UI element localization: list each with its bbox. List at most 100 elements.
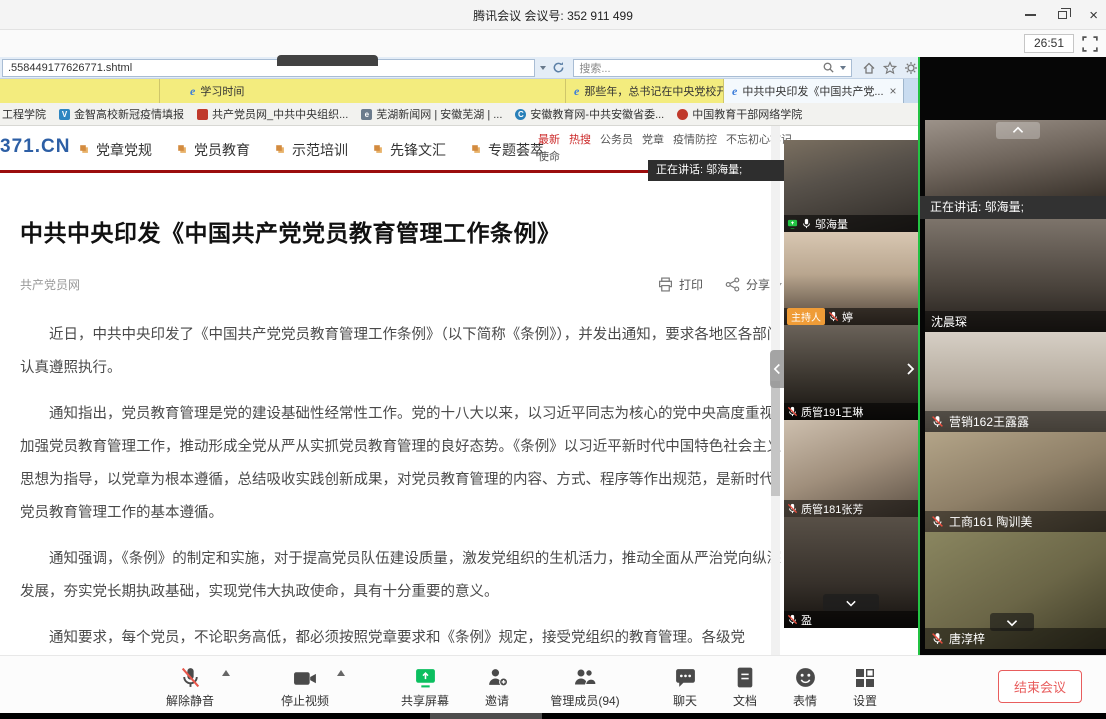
- hot-word[interactable]: 疫情防控: [673, 134, 717, 146]
- share-label[interactable]: 分享: [746, 276, 770, 293]
- bookmark-item[interactable]: C安徽教育网-中共安徽省委...: [515, 106, 664, 122]
- tab-partial[interactable]: [0, 79, 160, 103]
- minimize-icon[interactable]: [1025, 14, 1036, 16]
- page-scrollbar-thumb[interactable]: [771, 381, 780, 496]
- restore-icon[interactable]: [1058, 11, 1067, 19]
- article-title: 中共中央印发《中国共产党党员教育管理工作条例》: [20, 214, 782, 248]
- bookmark-label: 安徽教育网-中共安徽省委...: [530, 106, 664, 122]
- tab-those-years[interactable]: e 那些年，总书记在中央党校开...: [566, 79, 724, 103]
- search-icon[interactable]: [822, 61, 835, 74]
- hot-word[interactable]: 公务员: [600, 134, 633, 146]
- webpage: 371.CN 党章党规 党员教育 示范培训 先锋文汇 专题荟萃 最新热搜公务员党…: [0, 126, 918, 655]
- browser-url-row: .558449177626771.shtml 搜索...: [0, 57, 918, 79]
- nav-bullet-icon: [472, 145, 478, 151]
- gear-icon[interactable]: [904, 61, 918, 75]
- settings-button[interactable]: 设置: [817, 663, 913, 709]
- hot-word[interactable]: 热搜: [569, 134, 591, 146]
- taskbar-strip: [0, 713, 1106, 719]
- video-tile-tangchunzi[interactable]: 唐淳梓: [925, 532, 1106, 649]
- tab-close-icon[interactable]: ×: [884, 84, 897, 98]
- nav-label: 示范培训: [292, 140, 348, 160]
- inner-strip-collapse-button[interactable]: [823, 594, 879, 611]
- camera-icon: [257, 663, 353, 689]
- participant-name: 唐淳梓: [949, 630, 985, 647]
- hot-word[interactable]: 最新: [538, 134, 560, 146]
- bookmark-item[interactable]: e芜湖新闻网 | 安徽芜湖 | ...: [361, 106, 502, 122]
- video-tile-wuhailiang[interactable]: 邬海量: [784, 140, 918, 232]
- star-icon[interactable]: [883, 61, 897, 75]
- mic-muted-icon: [931, 515, 944, 528]
- video-tile-partial[interactable]: [925, 120, 1106, 196]
- bookmark-item[interactable]: 工程学院: [2, 106, 46, 122]
- end-meeting-button[interactable]: 结束会议: [998, 670, 1082, 703]
- host-badge: 主持人: [787, 308, 825, 325]
- tab-label: 中共中央印发《中国共产党...: [742, 83, 883, 99]
- browser-chrome-icons: [862, 61, 918, 75]
- share-icon[interactable]: [725, 277, 740, 292]
- invite-label: 邀请: [449, 692, 545, 709]
- invite-button[interactable]: 邀请: [449, 663, 545, 709]
- video-tile-zhangfang[interactable]: 质管181张芳: [784, 420, 918, 517]
- mic-muted-icon: [931, 415, 944, 428]
- tab-label: 学习时间: [200, 83, 244, 99]
- tab-study-time[interactable]: e 学习时间: [160, 79, 566, 103]
- inner-strip-next-button[interactable]: [902, 354, 918, 384]
- screen-share-mini-icon: [787, 218, 798, 229]
- speaking-banner: 正在讲话: 邬海量;: [920, 196, 1106, 219]
- mic-options-caret[interactable]: [222, 670, 230, 676]
- refresh-icon[interactable]: [552, 61, 565, 74]
- mic-muted-icon: [787, 614, 798, 625]
- mic-muted-icon: [142, 663, 238, 689]
- video-label: 营销162王露露: [925, 411, 1106, 432]
- nav-label: 党章党规: [96, 140, 152, 160]
- window-controls: ×: [1025, 0, 1098, 30]
- video-tile-taoxunmei[interactable]: 工商161 陶训美: [925, 432, 1106, 532]
- print-icon[interactable]: [658, 277, 673, 292]
- nav-item[interactable]: 专题荟萃: [472, 140, 544, 160]
- window-titlebar: 腾讯会议 会议号: 352 911 499 ×: [0, 0, 1106, 30]
- nav-item[interactable]: 先锋文汇: [374, 140, 446, 160]
- bookmark-item[interactable]: 中国教育干部网络学院: [677, 106, 802, 122]
- participant-name: 沈晨琛: [931, 313, 967, 330]
- manage-members-button[interactable]: 管理成员(94): [537, 663, 633, 709]
- paragraph: 通知强调，《条例》的制定和实施，对于提高党员队伍建设质量，激发党组织的生机活力，…: [20, 543, 782, 609]
- participant-name: 邬海量: [815, 216, 848, 232]
- video-label: 质管181张芳: [784, 500, 918, 517]
- video-label: 盈: [784, 611, 918, 628]
- panel-collapse-button[interactable]: [990, 613, 1034, 631]
- url-field[interactable]: .558449177626771.shtml: [2, 59, 535, 77]
- video-tile-host[interactable]: 主持人 婷: [784, 232, 918, 325]
- fullscreen-icon[interactable]: [1082, 36, 1098, 52]
- home-icon[interactable]: [862, 61, 876, 75]
- close-icon[interactable]: ×: [1089, 8, 1098, 23]
- video-tile-shenchenchen[interactable]: 沈晨琛: [925, 219, 1106, 332]
- inner-strip-prev-button[interactable]: [770, 350, 784, 388]
- participant-name: 婷: [842, 309, 853, 325]
- bookmark-favicon: V: [59, 109, 70, 120]
- search-input[interactable]: 搜索...: [573, 59, 852, 77]
- print-label[interactable]: 打印: [679, 276, 703, 293]
- hot-word[interactable]: 党章: [642, 134, 664, 146]
- video-tile-wanglin[interactable]: 质管191王琳: [784, 325, 918, 420]
- participant-name: 盈: [801, 612, 812, 628]
- video-tile-ying[interactable]: 盈: [784, 517, 918, 628]
- search-dropdown-icon[interactable]: [840, 66, 846, 70]
- video-tile-wanglulu[interactable]: 营销162王露露: [925, 332, 1106, 432]
- panel-expand-button[interactable]: [996, 122, 1040, 139]
- bookmark-item[interactable]: 共产党员网_中共中央组织...: [197, 106, 348, 122]
- site-logo[interactable]: 371.CN: [0, 136, 70, 158]
- nav-item[interactable]: 党员教育: [178, 140, 250, 160]
- nav-item[interactable]: 党章党规: [80, 140, 152, 160]
- meeting-topbar: 26:51: [0, 30, 1106, 57]
- tab-active-article[interactable]: e 中共中央印发《中国共产党... ×: [724, 79, 904, 103]
- meeting-toolbar: 解除静音 停止视频 共享屏幕 邀请 管理成员(94): [0, 655, 1106, 713]
- video-options-caret[interactable]: [337, 670, 345, 676]
- bookmark-favicon: [197, 109, 208, 120]
- chevron-right-icon: [905, 361, 915, 377]
- url-dropdown-icon[interactable]: [540, 66, 546, 70]
- nav-item[interactable]: 示范培训: [276, 140, 348, 160]
- article: 中共中央印发《中国共产党党员教育管理工作条例》 共产党员网 打印 分享 近日，中…: [20, 214, 782, 655]
- window-title: 腾讯会议 会议号: 352 911 499: [0, 7, 1106, 24]
- bookmark-item[interactable]: V金智高校新冠疫情填报: [59, 106, 184, 122]
- chevron-left-icon: [773, 362, 782, 376]
